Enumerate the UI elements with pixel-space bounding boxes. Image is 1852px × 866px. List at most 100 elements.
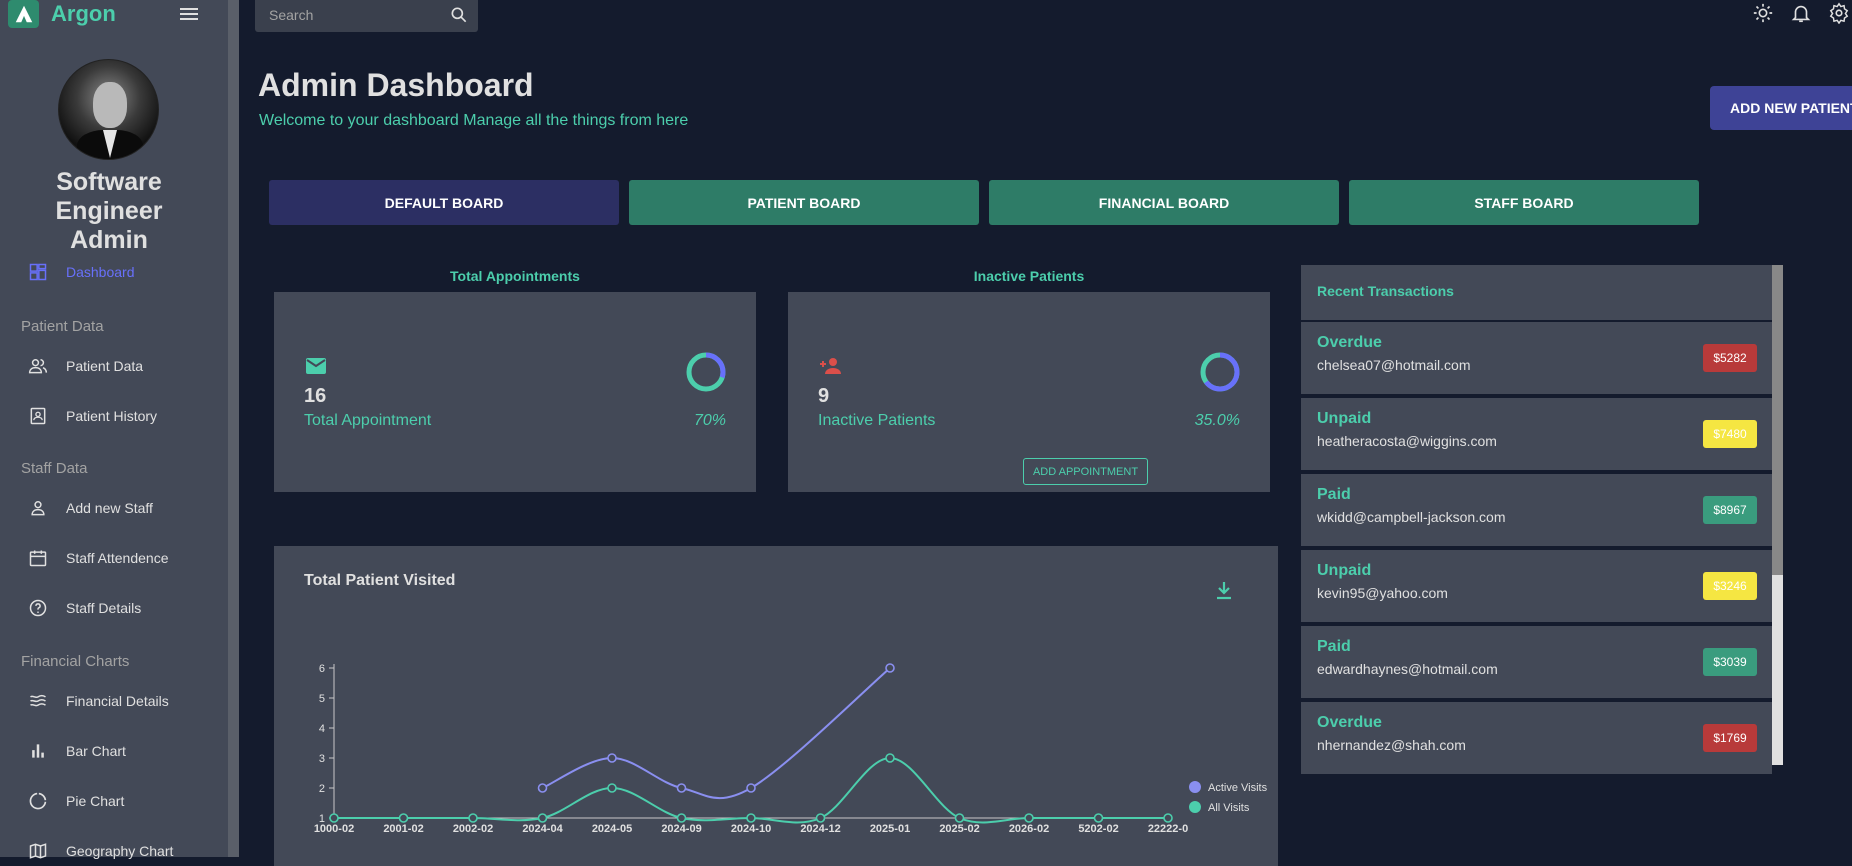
- add-new-patient-button[interactable]: ADD NEW PATIENT: [1710, 86, 1852, 130]
- transactions-scroll-thumb[interactable]: [1772, 265, 1783, 575]
- brand-name: Argon: [51, 1, 116, 26]
- sidebar-item-bar-chart[interactable]: Bar Chart: [28, 739, 126, 763]
- stat-percent: 35.0%: [1194, 412, 1240, 429]
- transaction-status: Overdue: [1317, 334, 1382, 351]
- data-point[interactable]: [954, 813, 965, 823]
- sidebar: Argon Software Engineer Admin Dashboard …: [0, 0, 228, 859]
- transaction-amount: $1769: [1703, 724, 1757, 752]
- total-appointments-card: 16 Total Appointment 70%: [274, 292, 756, 492]
- data-point[interactable]: [1024, 813, 1034, 823]
- line-chart: 1234561000-02 2001-02 2002-02 2024-04 2024-0…: [314, 663, 1268, 835]
- sidebar-item-add-new-staff[interactable]: Add new Staff: [28, 496, 153, 520]
- sidebar-item-pie-chart[interactable]: Pie Chart: [28, 789, 124, 813]
- bar-chart-icon: [32, 744, 44, 758]
- transaction-amount: $8967: [1703, 496, 1757, 524]
- sidebar-item-staff-attendence[interactable]: Staff Attendence: [28, 546, 169, 570]
- menu-icon[interactable]: [180, 5, 198, 21]
- sidebar-scrollbar[interactable]: [228, 0, 239, 857]
- gear-icon[interactable]: [1828, 2, 1850, 24]
- transaction-row[interactable]: Paid wkidd@campbell-jackson.com $8967: [1301, 474, 1772, 546]
- transaction-row[interactable]: Overdue nhernandez@shah.com $1769: [1301, 702, 1772, 774]
- contact-card-icon: [30, 407, 46, 425]
- tab-financial-board[interactable]: FINANCIAL BOARD: [989, 180, 1339, 225]
- brand[interactable]: Argon: [8, 0, 116, 28]
- light-mode-icon[interactable]: [1752, 2, 1774, 24]
- transaction-amount: $7480: [1703, 420, 1757, 448]
- data-point[interactable]: [607, 753, 617, 763]
- person-icon: [31, 501, 45, 516]
- transaction-status: Overdue: [1317, 714, 1382, 731]
- data-point[interactable]: [329, 813, 339, 823]
- avatar: [58, 59, 159, 160]
- transaction-row[interactable]: Unpaid kevin95@yahoo.com $3246: [1301, 550, 1772, 622]
- data-point[interactable]: [746, 783, 756, 793]
- bell-icon[interactable]: [1790, 2, 1812, 24]
- transaction-row[interactable]: Overdue chelsea07@hotmail.com $5282: [1301, 322, 1772, 394]
- tab-default-board[interactable]: DEFAULT BOARD: [269, 180, 619, 225]
- data-point[interactable]: [1163, 813, 1173, 823]
- transaction-row[interactable]: Paid edwardhaynes@hotmail.com $3039: [1301, 626, 1772, 698]
- inactive-patients-card: 9 Inactive Patients 35.0% ADD APPOINTMEN…: [788, 292, 1270, 492]
- pie-chart-icon: [29, 792, 47, 810]
- data-point[interactable]: [885, 663, 895, 673]
- data-point[interactable]: [398, 813, 409, 823]
- search-bar: [255, 0, 478, 32]
- data-point[interactable]: [468, 813, 478, 823]
- transaction-amount: $3039: [1703, 648, 1757, 676]
- stat-text: Total Appointment: [304, 412, 432, 429]
- data-point[interactable]: [885, 753, 895, 763]
- sidebar-item-dashboard[interactable]: Dashboard: [28, 260, 135, 284]
- sidebar-item-financial-details[interactable]: Financial Details: [28, 689, 169, 713]
- data-point[interactable]: [676, 813, 687, 823]
- stat-value: 9: [818, 385, 830, 407]
- search-input[interactable]: [269, 4, 439, 26]
- data-point[interactable]: [537, 783, 548, 793]
- top-icons: [1752, 2, 1850, 24]
- y-tick-label: 2: [319, 783, 325, 795]
- data-point[interactable]: [1093, 813, 1104, 823]
- sidebar-item-staff-details[interactable]: Staff Details: [28, 596, 141, 620]
- legend-label[interactable]: Active Visits: [1208, 782, 1268, 794]
- x-tick-label: 2024-09: [661, 823, 701, 835]
- waves-icon: [30, 694, 46, 707]
- sidebar-item-label: Staff Attendence: [66, 550, 169, 566]
- section-financial-charts: Financial Charts: [21, 653, 130, 670]
- x-tick-label: 5202-02: [1078, 823, 1118, 835]
- page-subtitle: Welcome to your dashboard Manage all the…: [259, 112, 689, 129]
- x-tick-label: 22222-0: [1148, 823, 1188, 835]
- argon-logo-icon: [8, 0, 39, 28]
- data-point[interactable]: [746, 813, 756, 823]
- progress-ring: [686, 352, 726, 392]
- section-staff-data: Staff Data: [21, 460, 88, 477]
- tab-patient-board[interactable]: PATIENT BOARD: [629, 180, 979, 225]
- x-tick-label: 2025-02: [939, 823, 979, 835]
- sidebar-item-patient-history[interactable]: Patient History: [28, 404, 157, 428]
- transaction-status: Paid: [1317, 486, 1351, 503]
- x-tick-label: 2024-10: [731, 823, 771, 835]
- x-tick-label: 2025-01: [870, 823, 910, 835]
- sidebar-item-label: Patient Data: [66, 358, 144, 374]
- transaction-amount: $3246: [1703, 572, 1757, 600]
- legend-label[interactable]: All Visits: [1208, 802, 1250, 814]
- add-appointment-button[interactable]: ADD APPOINTMENT: [1023, 458, 1148, 485]
- transaction-row[interactable]: Unpaid heatheracosta@wiggins.com $7480: [1301, 398, 1772, 470]
- data-point[interactable]: [676, 783, 687, 793]
- section-patient-data: Patient Data: [21, 318, 104, 335]
- y-tick-label: 6: [319, 663, 325, 675]
- x-tick-label: 2024-04: [522, 823, 563, 835]
- x-tick-label: 2024-05: [592, 823, 632, 835]
- search-icon[interactable]: [449, 5, 469, 25]
- tab-staff-board[interactable]: STAFF BOARD: [1349, 180, 1699, 225]
- sidebar-item-label: Patient History: [66, 408, 158, 424]
- sidebar-item-label: Add new Staff: [66, 500, 153, 516]
- data-point[interactable]: [537, 813, 548, 823]
- sidebar-item-geography-chart[interactable]: Geography Chart: [28, 839, 173, 863]
- data-point[interactable]: [815, 813, 826, 823]
- sidebar-item-patient-data[interactable]: Patient Data: [28, 354, 143, 378]
- transaction-status: Unpaid: [1317, 410, 1372, 427]
- data-point[interactable]: [607, 783, 617, 793]
- x-tick-label: 2001-02: [383, 823, 423, 835]
- stat-text: Inactive Patients: [818, 412, 936, 429]
- progress-ring: [1200, 352, 1240, 392]
- transaction-amount: $5282: [1703, 344, 1757, 372]
